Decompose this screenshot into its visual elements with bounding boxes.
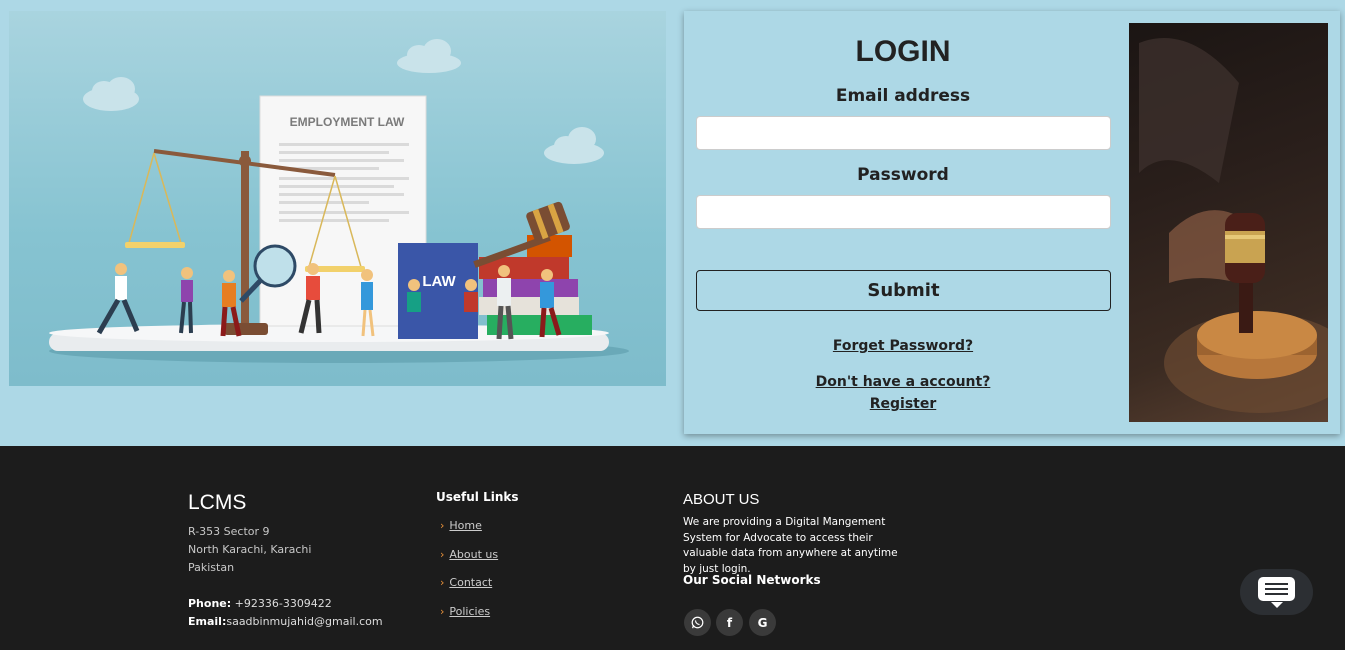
phone-info: Phone: +92336-3309422 — [188, 597, 332, 610]
chevron-right-icon: › — [440, 576, 445, 589]
address-line: R-353 Sector 9 — [188, 525, 270, 538]
footer-link-contact[interactable]: › Contact — [440, 576, 492, 589]
hero-illustration: EMPLOYMENT LAW LAW — [9, 11, 666, 386]
document-title: EMPLOYMENT LAW — [290, 115, 405, 129]
link-label: Home — [449, 519, 482, 532]
link-label: Contact — [449, 576, 493, 589]
about-text: We are providing a Digital Mangement Sys… — [683, 516, 898, 575]
chevron-right-icon: › — [440, 548, 445, 561]
phone-label: Phone: — [188, 597, 232, 610]
link-label: Policies — [449, 605, 491, 618]
password-label: Password — [857, 165, 949, 185]
whatsapp-icon[interactable] — [684, 609, 711, 636]
footer-link-about[interactable]: › About us — [440, 548, 498, 561]
email-value: saadbinmujahid@gmail.com — [226, 615, 383, 628]
email-info: Email:saadbinmujahid@gmail.com — [188, 615, 383, 628]
chat-widget-button[interactable] — [1240, 569, 1313, 615]
footer-link-policies[interactable]: › Policies — [440, 605, 490, 618]
facebook-icon[interactable]: f — [716, 609, 743, 636]
magnifier-icon — [253, 244, 297, 288]
chevron-right-icon: › — [440, 605, 445, 618]
social-title: Our Social Networks — [683, 573, 821, 587]
footer: LCMS R-353 Sector 9 North Karachi, Karac… — [0, 446, 1345, 650]
email-label-footer: Email: — [188, 615, 227, 628]
no-account-link[interactable]: Don't have a account? — [684, 374, 1122, 390]
footer-link-home[interactable]: › Home — [440, 519, 482, 532]
address-line: Pakistan — [188, 561, 235, 574]
email-label: Email address — [835, 86, 971, 106]
phone-value: +92336-3309422 — [231, 597, 332, 610]
login-title: LOGIN — [855, 35, 951, 68]
address-line: North Karachi, Karachi — [188, 543, 312, 556]
chat-icon — [1258, 577, 1295, 608]
submit-button[interactable]: Submit — [696, 270, 1111, 311]
register-link[interactable]: Register — [684, 396, 1122, 412]
link-label: About us — [449, 548, 499, 561]
book-label: LAW — [422, 273, 456, 290]
google-icon[interactable]: G — [749, 609, 776, 636]
chevron-right-icon: › — [440, 519, 445, 532]
useful-links-title: Useful Links — [436, 490, 519, 504]
email-field[interactable] — [696, 116, 1111, 150]
footer-brand: LCMS — [188, 491, 247, 514]
gavel-photo — [1129, 23, 1328, 422]
password-field[interactable] — [696, 195, 1111, 229]
forgot-password-link[interactable]: Forget Password? — [684, 338, 1122, 354]
about-title: ABOUT US — [683, 491, 760, 508]
login-card: LOGIN Email address Password Submit Forg… — [684, 11, 1340, 434]
